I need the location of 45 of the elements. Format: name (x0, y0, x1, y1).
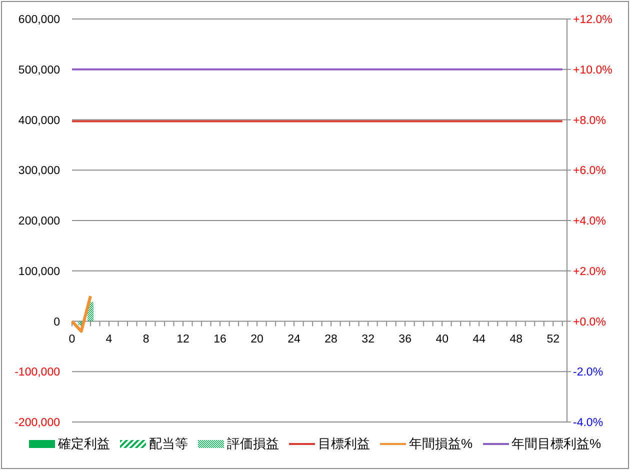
dotted-swatch-icon (198, 440, 224, 448)
right-axis-label: +8.0% (573, 114, 606, 127)
x-axis-label: 44 (472, 333, 486, 346)
x-axis-label: 36 (398, 333, 412, 346)
right-axis-label: +4.0% (573, 216, 606, 228)
legend-label: 目標利益 (318, 435, 370, 453)
legend-label: 評価損益 (226, 435, 279, 453)
bar (78, 321, 84, 326)
y-axis-label: 500,000 (18, 64, 60, 76)
x-axis-label: 20 (250, 333, 264, 346)
line-swatch-icon (482, 442, 508, 445)
right-axis-label: -2.0% (573, 366, 604, 379)
y-axis-label: 400,000 (18, 114, 60, 127)
y-axis-label: -100,000 (14, 366, 60, 379)
x-axis-label: 48 (510, 333, 522, 346)
right-axis-label: +2.0% (573, 266, 606, 278)
y-axis-label: 600,000 (18, 14, 60, 26)
right-axis-label: +12.0% (573, 14, 612, 26)
x-axis-label: 40 (436, 333, 448, 346)
y-axis-label: 200,000 (18, 216, 60, 228)
x-axis-label: 0 (68, 333, 76, 346)
right-axis-label: +10.0% (573, 64, 612, 76)
x-axis-label: 4 (106, 333, 112, 346)
x-axis-label: 24 (288, 333, 300, 346)
x-axis-label: 32 (362, 333, 374, 346)
legend-label: 年間目標利益% (512, 435, 602, 453)
right-axis-label: +6.0% (573, 165, 606, 178)
right-axis-label: -4.0% (573, 417, 604, 429)
series-line (70, 296, 92, 333)
x-axis-label: 52 (546, 333, 560, 346)
y-axis-label: 0 (54, 316, 60, 328)
legend-label: 確定利益 (58, 435, 110, 453)
right-axis-label: +0.0% (573, 316, 606, 328)
y-axis-label: 300,000 (18, 165, 60, 178)
x-axis-label: 12 (176, 333, 190, 346)
x-axis-label: 28 (324, 333, 338, 346)
x-axis-label: 16 (214, 333, 226, 346)
hatched-swatch-icon (120, 440, 146, 448)
x-axis-label: 8 (142, 333, 150, 346)
legend-label: 配当等 (148, 435, 188, 453)
legend-label: 年間損益% (408, 435, 472, 453)
line-swatch-icon (380, 442, 406, 445)
line-swatch-icon (288, 442, 315, 445)
y-axis-label: 100,000 (18, 266, 60, 278)
y-axis-label: -200,000 (14, 417, 60, 429)
